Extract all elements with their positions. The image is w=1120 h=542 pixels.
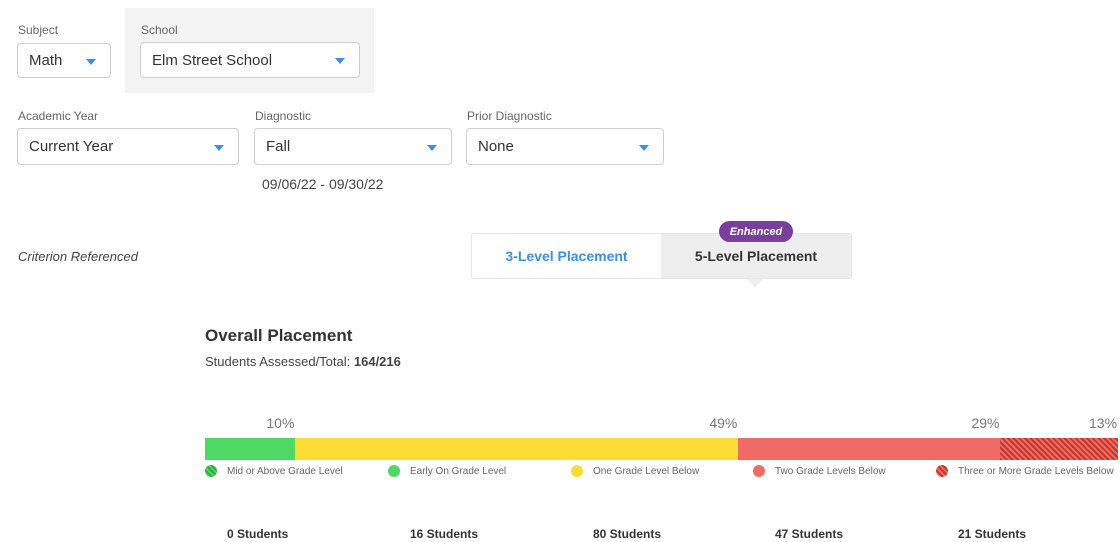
overall-placement-title: Overall Placement xyxy=(205,326,353,345)
diagnostic-date-range: 09/06/22 - 09/30/22 xyxy=(262,176,384,192)
subject-value: Math xyxy=(29,52,63,69)
criterion-referenced-label: Criterion Referenced xyxy=(18,249,138,264)
legend-swatch-icon xyxy=(388,465,400,477)
prior-diagnostic-label: Prior Diagnostic xyxy=(467,109,552,123)
student-count-2: 16 Students xyxy=(410,527,479,541)
prior-diagnostic-select[interactable]: None xyxy=(466,128,664,165)
subject-select[interactable]: Math xyxy=(17,43,111,78)
subject-label: Subject xyxy=(18,23,59,37)
legend-item-3: One Grade Level Below xyxy=(571,465,699,477)
bar-segment-4 xyxy=(738,438,1001,460)
school-label: School xyxy=(141,23,178,37)
chevron-down-icon xyxy=(335,58,345,64)
legend-label: Mid or Above Grade Level xyxy=(227,465,343,477)
chevron-down-icon xyxy=(214,144,224,151)
enhanced-badge: Enhanced xyxy=(719,221,793,242)
student-count-1: 0 Students xyxy=(227,527,289,541)
legend-swatch-icon xyxy=(205,465,217,477)
academic-year-label: Academic Year xyxy=(18,109,99,123)
legend-label: One Grade Level Below xyxy=(593,465,700,477)
diagnostic-label: Diagnostic xyxy=(255,109,312,123)
selected-tab-pointer xyxy=(747,279,763,287)
chevron-down-icon xyxy=(427,144,437,151)
chevron-down-icon xyxy=(639,144,649,151)
bar-segment-3 xyxy=(295,438,739,460)
legend-item-1: Mid or Above Grade Level xyxy=(205,465,343,477)
percent-label-4: 29% xyxy=(971,415,1000,431)
school-value: Elm Street School xyxy=(152,51,273,69)
chevron-down-icon xyxy=(86,58,96,65)
percent-label-2: 10% xyxy=(266,415,295,431)
legend-swatch-icon xyxy=(571,465,583,477)
legend-swatch-icon xyxy=(936,465,948,477)
tab-3-level-placement[interactable]: 3-Level Placement xyxy=(472,234,661,278)
diagnostic-value: Fall xyxy=(266,138,291,155)
academic-year-value: Current Year xyxy=(29,138,114,155)
legend-label: Two Grade Levels Below xyxy=(775,465,886,477)
students-assessed-value: 164/216 xyxy=(353,354,401,369)
placement-stacked-bar xyxy=(205,438,1118,460)
percent-label-5: 13% xyxy=(1089,415,1118,431)
student-count-4: 47 Students xyxy=(775,527,844,541)
students-assessed-label: Students Assessed/Total: xyxy=(205,354,354,369)
diagnostic-select[interactable]: Fall xyxy=(254,128,452,165)
legend-item-5: Three or More Grade Levels Below xyxy=(936,465,1114,477)
placement-toggle: 3-Level Placement 5-Level Placement xyxy=(471,233,852,279)
legend-item-4: Two Grade Levels Below xyxy=(753,465,886,477)
school-select[interactable]: Elm Street School xyxy=(140,42,360,78)
legend-label: Three or More Grade Levels Below xyxy=(958,465,1114,477)
prior-diagnostic-value: None xyxy=(478,138,514,155)
student-count-3: 80 Students xyxy=(593,527,662,541)
student-count-5: 21 Students xyxy=(958,527,1027,541)
legend-label: Early On Grade Level xyxy=(410,465,507,477)
bar-segment-2 xyxy=(205,438,296,460)
students-assessed: Students Assessed/Total: 164/216 xyxy=(205,354,401,369)
legend-item-2: Early On Grade Level xyxy=(388,465,506,477)
percent-label-3: 49% xyxy=(709,415,738,431)
legend-swatch-icon xyxy=(753,465,765,477)
academic-year-select[interactable]: Current Year xyxy=(17,128,239,165)
bar-segment-5 xyxy=(1000,438,1118,460)
